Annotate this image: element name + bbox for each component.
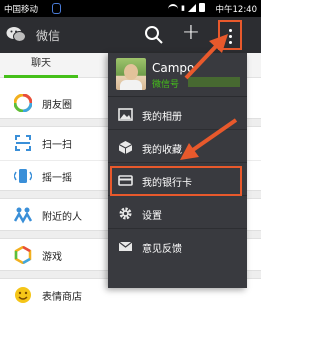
- people-nearby-icon: [14, 207, 32, 224]
- sim-icon: ▮: [181, 3, 185, 12]
- avatar-face: [124, 64, 138, 80]
- menu-item-label: 意见反馈: [142, 244, 182, 255]
- tab-chat-label: 聊天: [31, 58, 51, 69]
- sim-slot-icon: [52, 3, 61, 14]
- search-icon[interactable]: [144, 25, 164, 45]
- battery-icon: [199, 3, 205, 12]
- app-header: 微信 +: [0, 17, 261, 53]
- sticker-store-icon: [15, 287, 31, 303]
- plus-icon[interactable]: +: [180, 22, 202, 45]
- menu-item-album[interactable]: 我的相册: [108, 99, 247, 130]
- clock: 中午12:40: [215, 5, 258, 15]
- moments-icon: [14, 94, 32, 112]
- feedback-icon: [118, 241, 133, 251]
- signal-icon: [188, 3, 196, 12]
- games-icon: [14, 246, 32, 264]
- wechat-id-label: 微信号: [152, 80, 180, 90]
- menu-item-favorites[interactable]: 我的收藏: [108, 132, 247, 163]
- list-item-label: 游戏: [42, 252, 62, 263]
- scan-icon: [15, 135, 31, 151]
- menu-item-label: 我的收藏: [142, 145, 182, 156]
- status-bar: 中国移动 ▮ 中午12:40: [0, 0, 261, 17]
- status-icons: ▮: [168, 3, 205, 12]
- list-item-label: 朋友圈: [42, 100, 72, 111]
- menu-item-label: 设置: [142, 211, 162, 222]
- menu-item-label: 我的相册: [142, 112, 182, 123]
- gear-icon: [119, 207, 132, 220]
- menu-item-settings[interactable]: 设置: [108, 198, 247, 229]
- annotation-highlight-box: [110, 166, 242, 196]
- tab-active-indicator: [4, 75, 78, 78]
- tab-chat[interactable]: 聊天: [0, 53, 82, 78]
- app-title: 微信: [36, 29, 61, 43]
- menu-item-feedback[interactable]: 意见反馈: [108, 231, 247, 262]
- favorites-icon: [118, 141, 133, 154]
- list-item-label: 表情商店: [42, 292, 82, 303]
- list-item-label: 扫一扫: [42, 140, 72, 151]
- more-vertical-icon[interactable]: [218, 20, 242, 50]
- menu-profile[interactable]: Campo 微信号: [108, 53, 247, 97]
- overflow-menu: Campo 微信号 我的相册 我的收藏 我的银行卡 设置 意见反馈: [108, 53, 247, 288]
- wifi-icon: [168, 3, 179, 12]
- avatar: [116, 58, 146, 90]
- wechat-logo-icon: [6, 27, 26, 42]
- carrier-name: 中国移动: [4, 5, 39, 15]
- list-item-label: 摇一摇: [42, 173, 72, 184]
- profile-name: Campo: [152, 61, 195, 75]
- shake-icon: [14, 169, 32, 183]
- list-item-label: 附近的人: [42, 212, 82, 223]
- wechat-id-redacted: [188, 77, 240, 87]
- photo-album-icon: [118, 108, 133, 121]
- avatar-shirt: [120, 80, 142, 90]
